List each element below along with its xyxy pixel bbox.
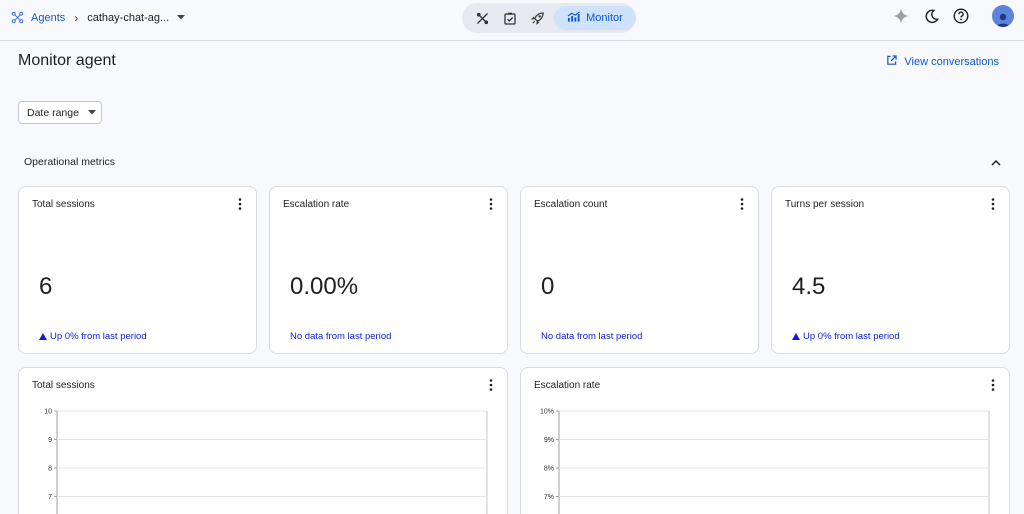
top-right-actions	[890, 5, 1014, 27]
trend-up-icon	[792, 333, 800, 340]
chart-y-tick-label: 9%	[544, 437, 554, 444]
chart-y-tick-label: 9	[48, 437, 52, 444]
metric-card-turns-per-session: Turns per session 4.5 Up 0% from last pe…	[771, 186, 1010, 354]
caret-down-icon	[87, 110, 96, 115]
date-range-dropdown[interactable]: Date range	[18, 101, 102, 124]
top-bar: Agents › cathay-chat-ag... Monitor	[0, 0, 1024, 41]
metric-card-title: Turns per session	[785, 199, 865, 210]
metric-card-escalation-rate: Escalation rate 0.00% No data from last …	[269, 186, 508, 354]
breadcrumb: Agents › cathay-chat-ag...	[10, 0, 186, 35]
agents-icon	[10, 11, 24, 25]
metric-note-text: Up 0% from last period	[50, 331, 147, 342]
mode-switcher: Monitor	[462, 3, 636, 33]
escalation-rate-chart: 10% 9% 8% 7%	[540, 409, 990, 514]
total-sessions-chart: 10 9 8 7	[44, 409, 488, 514]
help-icon[interactable]	[950, 5, 972, 27]
chart-y-tick-label: 8%	[544, 466, 554, 473]
open-in-new-icon	[886, 55, 898, 69]
chart-card-escalation-rate: Escalation rate 10% 9% 8% 7%	[520, 367, 1010, 514]
chart-y-tick-label: 7	[48, 494, 52, 501]
dark-mode-moon-icon[interactable]	[920, 5, 942, 27]
chevron-right-icon: ›	[74, 10, 79, 25]
chart-y-tick-label: 8	[48, 466, 52, 473]
chevron-up-icon[interactable]	[989, 155, 1003, 169]
monitor-chart-icon	[567, 11, 581, 25]
metric-trend-note: Up 0% from last period	[39, 331, 147, 342]
more-vert-icon[interactable]	[735, 196, 749, 212]
trend-up-icon	[39, 333, 47, 340]
metric-card-total-sessions: Total sessions 6 Up 0% from last period	[18, 186, 257, 354]
more-vert-icon[interactable]	[233, 196, 247, 212]
section-title: Operational metrics	[24, 156, 116, 168]
metric-card-title: Total sessions	[32, 199, 95, 210]
chart-y-tick-label: 10	[44, 409, 52, 416]
metric-value: 0.00%	[290, 273, 359, 300]
chart-y-tick-label: 10%	[540, 409, 554, 416]
tab-monitor-label: Monitor	[586, 12, 623, 24]
task-check-icon[interactable]	[496, 6, 523, 30]
chart-card-total-sessions: Total sessions 10 9 8 7	[18, 367, 508, 514]
tools-icon[interactable]	[469, 6, 496, 30]
tab-monitor[interactable]: Monitor	[553, 6, 636, 30]
agent-dropdown-icon[interactable]	[177, 15, 186, 20]
metric-card-title: Escalation rate	[283, 199, 350, 210]
view-conversations-link[interactable]: View conversations	[886, 55, 999, 69]
more-vert-icon[interactable]	[986, 196, 1000, 212]
chart-y-tick-label: 7%	[544, 494, 554, 501]
metric-trend-note: No data from last period	[290, 331, 391, 342]
metric-card-escalation-count: Escalation count 0 No data from last per…	[520, 186, 759, 354]
user-avatar[interactable]	[992, 5, 1014, 27]
metric-note-text: No data from last period	[541, 331, 643, 342]
date-range-label: Date range	[27, 106, 79, 119]
metric-note-text: No data from last period	[290, 331, 392, 342]
metric-value: 4.5	[792, 273, 826, 300]
metric-card-title: Escalation count	[534, 199, 608, 210]
breadcrumb-current-agent[interactable]: cathay-chat-ag...	[87, 12, 169, 24]
metric-trend-note: Up 0% from last period	[792, 331, 900, 342]
metric-value: 6	[39, 273, 53, 300]
view-conversations-label: View conversations	[904, 56, 999, 68]
metric-value: 0	[541, 273, 555, 300]
page-title: Monitor agent	[18, 52, 116, 69]
more-vert-icon[interactable]	[484, 196, 498, 212]
rocket-icon[interactable]	[524, 6, 551, 30]
sparkle-icon[interactable]	[890, 5, 912, 27]
breadcrumb-agents-link[interactable]: Agents	[31, 12, 65, 24]
metric-note-text: Up 0% from last period	[803, 331, 900, 342]
metric-trend-note: No data from last period	[541, 331, 642, 342]
